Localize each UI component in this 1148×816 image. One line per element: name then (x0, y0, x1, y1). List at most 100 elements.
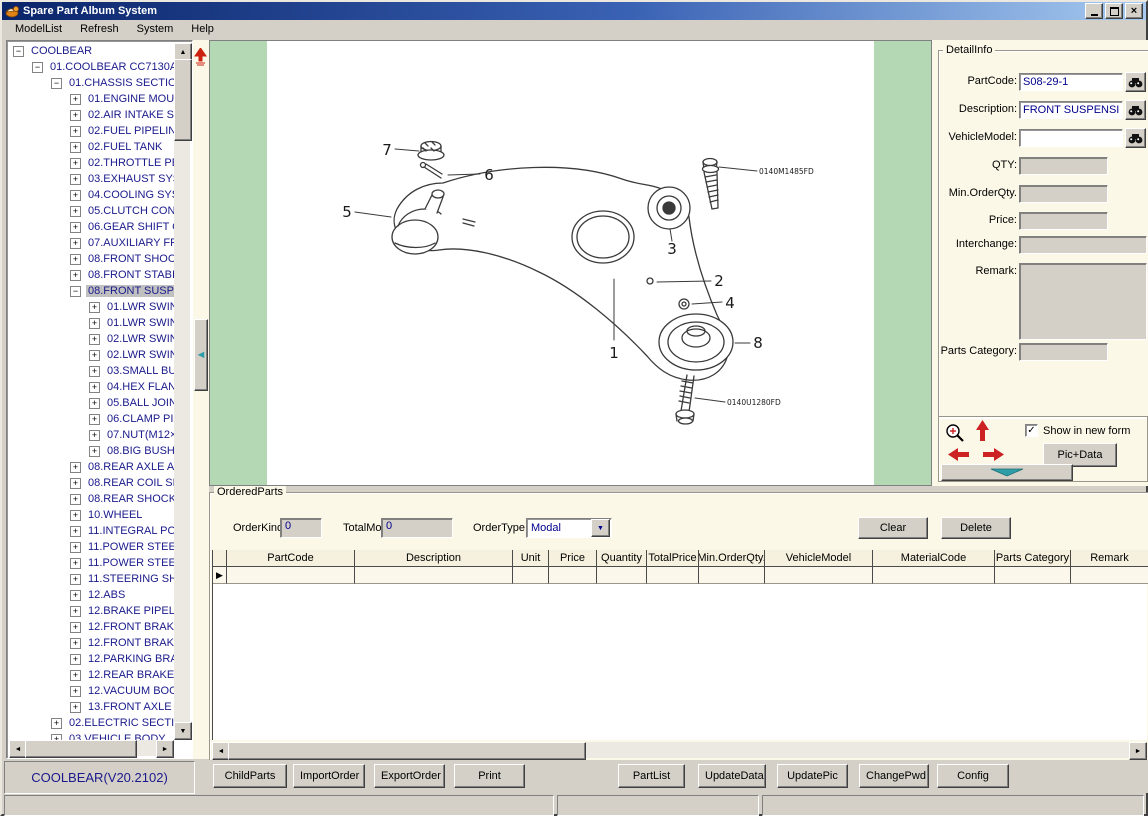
minimize-button[interactable] (1085, 3, 1103, 19)
menu-refresh[interactable]: Refresh (71, 21, 128, 38)
pan-right-icon[interactable] (981, 447, 1005, 462)
tree-item[interactable]: +08.REAR AXLE AS (9, 459, 174, 475)
dropdown-arrow-icon[interactable]: ▼ (591, 519, 610, 537)
grid-cell[interactable] (597, 567, 647, 584)
grid-column-header[interactable]: Remark (1071, 550, 1148, 567)
grid-horizontal-scrollbar[interactable]: ◄ ► (212, 742, 1147, 758)
plus-expander-icon[interactable]: + (70, 174, 81, 185)
plus-expander-icon[interactable]: + (70, 542, 81, 553)
vehiclemodel-input[interactable] (1019, 129, 1123, 147)
tree-item[interactable]: +04.COOLING SYS (9, 187, 174, 203)
grid-cell[interactable] (995, 567, 1071, 584)
description-find-button[interactable] (1125, 100, 1146, 120)
tree-item[interactable]: +02.THROTTLE PE (9, 155, 174, 171)
tree-item[interactable]: −01.COOLBEAR CC7130AM (9, 59, 174, 75)
callout-2[interactable]: 2 (714, 272, 724, 290)
tree-item[interactable]: −08.FRONT SUSPE (9, 283, 174, 299)
partlist-button[interactable]: PartList (618, 764, 685, 788)
plus-expander-icon[interactable]: + (70, 462, 81, 473)
callout-4[interactable]: 4 (725, 294, 735, 312)
tree-item[interactable]: +02.LWR SWIN (9, 331, 174, 347)
pan-up-icon[interactable] (975, 419, 990, 443)
plus-expander-icon[interactable]: + (70, 558, 81, 569)
tree-item[interactable]: +05.CLUTCH CONT (9, 203, 174, 219)
tree-item[interactable]: +08.REAR COIL SF (9, 475, 174, 491)
plus-expander-icon[interactable]: + (70, 638, 81, 649)
menu-help[interactable]: Help (182, 21, 223, 38)
plus-expander-icon[interactable]: + (70, 494, 81, 505)
grid-cell[interactable] (355, 567, 513, 584)
grid-column-header[interactable]: TotalPrice (647, 550, 699, 567)
tree-vertical-scrollbar[interactable]: ▲ ▼ (174, 43, 190, 740)
print-button[interactable]: Print (454, 764, 525, 788)
grid-row-selector[interactable]: ▶ (213, 567, 227, 584)
part-diagram[interactable]: 7 6 5 3 2 4 1 8 0140M1485FD 0140U1280FD (267, 41, 876, 485)
plus-expander-icon[interactable]: + (89, 430, 100, 441)
callout-6[interactable]: 6 (484, 166, 494, 184)
tree-item[interactable]: +01.ENGINE MOUNT (9, 91, 174, 107)
tree-item[interactable]: +12.FRONT BRAKE (9, 619, 174, 635)
tree-vscroll-thumb[interactable] (174, 59, 192, 141)
grid-column-header[interactable]: Min.OrderQty. (699, 550, 765, 567)
plus-expander-icon[interactable]: + (70, 510, 81, 521)
plus-expander-icon[interactable]: + (70, 222, 81, 233)
collapse-splitter[interactable]: ◄ (194, 319, 208, 391)
show-in-new-form-checkbox[interactable]: ✓ (1025, 424, 1038, 437)
tree-item[interactable]: −01.CHASSIS SECTION (9, 75, 174, 91)
delete-button[interactable]: Delete (941, 517, 1011, 539)
plus-expander-icon[interactable]: + (70, 238, 81, 249)
tree-item[interactable]: +08.BIG BUSHI (9, 443, 174, 459)
plus-expander-icon[interactable]: + (70, 254, 81, 265)
tree-item[interactable]: +12.BRAKE PIPELI (9, 603, 174, 619)
tree-item[interactable]: +03.SMALL BU (9, 363, 174, 379)
plus-expander-icon[interactable]: + (70, 110, 81, 121)
plus-expander-icon[interactable]: + (70, 670, 81, 681)
grid-column-header[interactable]: Unit (513, 550, 549, 567)
scroll-down-icon[interactable]: ▼ (174, 722, 192, 740)
childparts-button[interactable]: ChildParts (213, 764, 287, 788)
callout-1[interactable]: 1 (609, 344, 619, 362)
clear-button[interactable]: Clear (858, 517, 928, 539)
pan-left-icon[interactable] (947, 447, 971, 462)
updatepic-button[interactable]: UpdatePic (777, 764, 848, 788)
partcode-input[interactable] (1019, 73, 1123, 91)
plus-expander-icon[interactable]: + (70, 190, 81, 201)
plus-expander-icon[interactable]: + (89, 414, 100, 425)
grid-column-header[interactable]: Price (549, 550, 597, 567)
tree-item[interactable]: +01.LWR SWIN (9, 299, 174, 315)
tree-item[interactable]: −COOLBEAR (9, 43, 174, 59)
grid-cell[interactable] (549, 567, 597, 584)
expand-picture-button[interactable] (941, 464, 1073, 481)
plus-expander-icon[interactable]: + (70, 478, 81, 489)
tree-item[interactable]: +12.REAR BRAKE (9, 667, 174, 683)
red-up-arrow-icon[interactable] (194, 48, 207, 66)
plus-expander-icon[interactable]: + (51, 718, 62, 729)
close-button[interactable]: × (1125, 3, 1143, 19)
changepwd-button[interactable]: ChangePwd (859, 764, 929, 788)
tree-item[interactable]: +06.CLAMP PIN (9, 411, 174, 427)
grid-column-header[interactable]: PartCode (227, 550, 355, 567)
tree-item[interactable]: +08.REAR SHOCK (9, 491, 174, 507)
tree-item[interactable]: +03.VEHICLE BODY (9, 731, 174, 740)
minus-expander-icon[interactable]: − (70, 286, 81, 297)
grid-cell[interactable] (765, 567, 873, 584)
minus-expander-icon[interactable]: − (32, 62, 43, 73)
plus-expander-icon[interactable]: + (89, 334, 100, 345)
tree-item[interactable]: +06.GEAR SHIFT C (9, 219, 174, 235)
plus-expander-icon[interactable]: + (70, 702, 81, 713)
scroll-right-icon[interactable]: ► (1129, 742, 1147, 760)
grid-column-header[interactable]: Quantity (597, 550, 647, 567)
tree-item[interactable]: +05.BALL JOIN (9, 395, 174, 411)
callout-5[interactable]: 5 (342, 203, 352, 221)
updatedata-button[interactable]: UpdateData (698, 764, 766, 788)
tree-item[interactable]: +07.AUXILIARY FR (9, 235, 174, 251)
tree-item[interactable]: +01.LWR SWIN (9, 315, 174, 331)
tree-item[interactable]: +12.ABS (9, 587, 174, 603)
callout-8[interactable]: 8 (753, 334, 763, 352)
plus-expander-icon[interactable]: + (70, 606, 81, 617)
tree-item[interactable]: +02.FUEL TANK (9, 139, 174, 155)
tree-horizontal-scrollbar[interactable]: ◄ ► (9, 740, 174, 756)
exportorder-button[interactable]: ExportOrder (374, 764, 445, 788)
minus-expander-icon[interactable]: − (13, 46, 24, 57)
vehiclemodel-find-button[interactable] (1125, 128, 1146, 148)
